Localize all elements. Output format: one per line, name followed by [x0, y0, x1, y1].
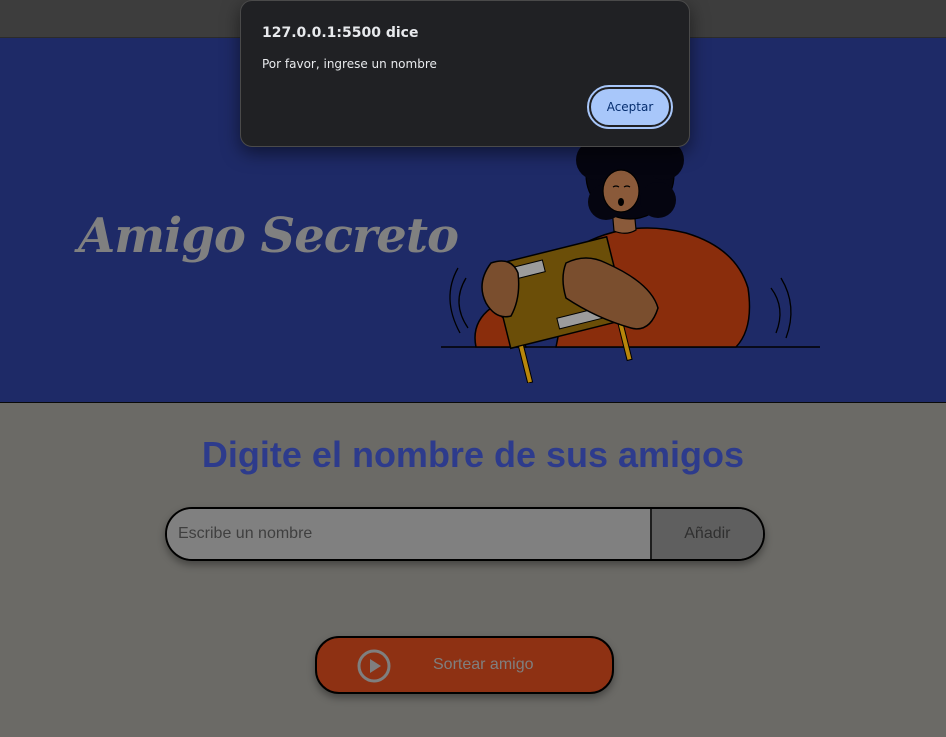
- add-button[interactable]: Añadir: [649, 509, 763, 559]
- name-input[interactable]: [167, 509, 650, 559]
- section-title: Digite el nombre de sus amigos: [201, 434, 745, 475]
- main-section: Digite el nombre de sus amigos Añadir So…: [0, 404, 946, 737]
- alert-dialog: 127.0.0.1:5500 dice Por favor, ingrese u…: [240, 0, 690, 147]
- draw-friend-button[interactable]: Sortear amigo: [315, 636, 614, 694]
- play-circle-icon: [357, 649, 391, 683]
- dialog-message: Por favor, ingrese un nombre: [262, 57, 437, 71]
- draw-button-label: Sortear amigo: [433, 656, 534, 673]
- dialog-title: 127.0.0.1:5500 dice: [262, 25, 419, 41]
- page-title: Amigo Secreto: [78, 208, 459, 264]
- person-with-gift-box-illustration: [441, 138, 820, 383]
- dialog-ok-button[interactable]: Aceptar: [587, 85, 673, 129]
- add-friend-form: Añadir: [165, 507, 765, 561]
